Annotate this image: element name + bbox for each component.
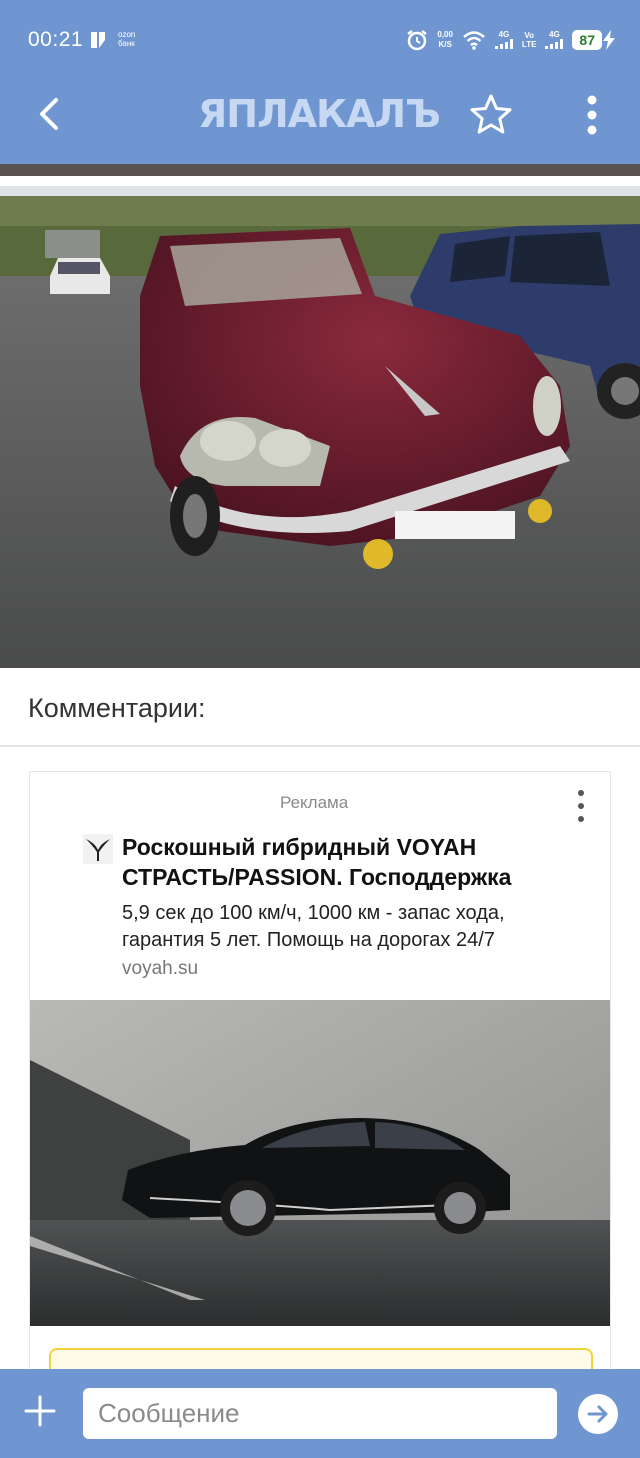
charging-icon	[603, 30, 615, 50]
ad-image-voyah-car[interactable]	[30, 1000, 610, 1326]
volte-line1: Vo	[524, 31, 534, 40]
network-4g-label: 4G	[549, 29, 560, 39]
previous-image-strip	[0, 164, 640, 176]
status-indicators: 0,00 K/S 4G Vo LTE 4G 87	[406, 26, 616, 54]
ad-description: 5,9 сек до 100 км/ч, 1000 км - запас ход…	[122, 902, 505, 951]
ozon-bank-label: ozon банк	[118, 30, 135, 48]
status-bar: 00:21 ozon банк 0,00 K/S 4G Vo LTE 4G 87	[0, 0, 640, 80]
comments-heading: Комментарии:	[28, 693, 206, 723]
more-vertical-icon[interactable]	[580, 92, 604, 138]
send-arrow-icon[interactable]	[578, 1394, 618, 1434]
post-photo-vintage-car[interactable]	[0, 186, 640, 668]
signal-icon	[494, 38, 513, 49]
speed-value: 0,00	[437, 30, 453, 39]
ad-domain[interactable]: voyah.su	[122, 958, 198, 980]
back-arrow-icon[interactable]	[30, 94, 70, 134]
more-vertical-icon[interactable]	[574, 788, 588, 824]
status-time: 00:21	[28, 28, 84, 51]
voyah-logo-icon	[83, 834, 113, 864]
app-bar: ЯПЛАКАЛЪ	[0, 80, 640, 164]
network-4g-1: 4G	[494, 29, 513, 51]
signal-icon	[545, 38, 564, 49]
message-composer	[0, 1369, 640, 1458]
app-logo[interactable]: ЯПЛАКАЛЪ	[198, 92, 441, 136]
ad-label: Реклама	[280, 793, 349, 812]
alarm-icon	[407, 30, 428, 51]
ozon-bank-app-icon	[91, 32, 105, 48]
section-divider	[0, 745, 640, 747]
ad-title[interactable]: Роскошный гибридный VOYAH СТРАСТЬ/PASSIO…	[122, 832, 592, 892]
wifi-icon	[463, 31, 485, 50]
volte-indicator: Vo LTE	[522, 31, 537, 49]
ozon-line: ozon	[118, 30, 136, 39]
top-bar: 00:21 ozon банк 0,00 K/S 4G Vo LTE 4G 87…	[0, 0, 640, 164]
ad-card[interactable]: Реклама Роскошный гибридный VOYAH СТРАСТ…	[29, 771, 611, 1408]
star-icon[interactable]	[468, 92, 514, 138]
network-speed: 0,00 K/S	[437, 30, 453, 50]
battery-icon: 87	[572, 30, 616, 50]
speed-unit: K/S	[438, 40, 452, 49]
network-4g-label: 4G	[498, 29, 510, 39]
battery-level: 87	[572, 30, 602, 50]
volte-line2: LTE	[521, 40, 537, 49]
bank-line: банк	[118, 39, 135, 48]
network-4g-2: 4G	[545, 29, 564, 51]
plus-icon[interactable]	[22, 1393, 58, 1429]
message-input[interactable]	[83, 1388, 557, 1439]
